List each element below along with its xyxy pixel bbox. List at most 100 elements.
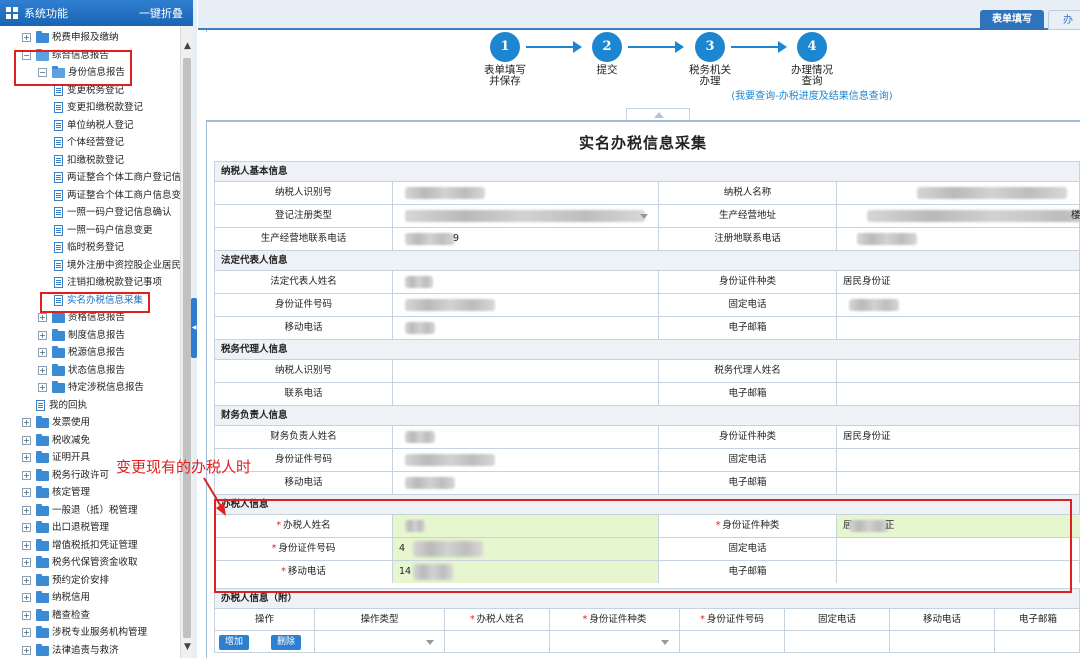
sidebar-item[interactable]: 个体经营登记 xyxy=(0,134,180,152)
email-input[interactable] xyxy=(995,631,1080,653)
sidebar-header: 系统功能 一键折叠 xyxy=(0,0,193,26)
chevron-down-icon[interactable] xyxy=(640,214,648,219)
column-header: 操作类型 xyxy=(315,609,445,630)
sidebar-item[interactable]: + 涉税专业服务机构管理 xyxy=(0,624,180,642)
sidebar-item[interactable]: 扣缴税款登记 xyxy=(0,152,180,170)
expand-toggle-icon[interactable]: + xyxy=(22,540,31,550)
sidebar-item[interactable]: + 税务代保管资金收取 xyxy=(0,554,180,572)
operation-type-select[interactable] xyxy=(315,631,445,653)
step-4-query-link[interactable]: (我要查询-办税进度及结果信息查询) xyxy=(712,91,912,102)
tab-form-fill[interactable]: 表单填写 xyxy=(980,10,1044,30)
collapse-all-button[interactable]: 一键折叠 xyxy=(139,5,183,21)
expand-toggle-icon[interactable]: + xyxy=(22,33,31,42)
sidebar-item[interactable]: + 税费申报及缴纳 xyxy=(0,29,180,47)
sidebar-item[interactable]: 两证整合个体工商户登记信 xyxy=(0,169,180,187)
tab-next[interactable]: 办 xyxy=(1048,10,1080,30)
step-3-label: 税务机关 办理 xyxy=(675,65,745,87)
id-type-select[interactable] xyxy=(550,631,680,653)
sidebar-item[interactable]: 临时税务登记 xyxy=(0,239,180,257)
sidebar-item[interactable]: + 税源信息报告 xyxy=(0,344,180,362)
expand-toggle-icon[interactable]: + xyxy=(22,435,31,445)
field-label: 纳税人识别号 xyxy=(215,182,393,204)
field-label: 固定电话 xyxy=(659,294,837,316)
redacted-value xyxy=(849,299,899,311)
expand-toggle-icon[interactable]: + xyxy=(22,610,31,620)
expand-toggle-icon[interactable]: + xyxy=(22,453,31,462)
field-value xyxy=(837,360,1080,382)
field-label: 身份证件种类 xyxy=(659,426,837,448)
sidebar-item-label: 一照一码户信息变更 xyxy=(67,224,153,236)
field-value xyxy=(393,360,659,382)
field-label-text: 电子邮箱 xyxy=(728,477,767,488)
required-marker: * xyxy=(582,614,588,625)
sidebar-item-label: 一般退（抵）税管理 xyxy=(52,504,138,516)
sidebar-item[interactable]: + 状态信息报告 xyxy=(0,362,180,380)
expand-toggle-icon[interactable]: + xyxy=(22,575,31,585)
sidebar-item[interactable]: 我的回执 xyxy=(0,397,180,415)
field-value: 楼 xyxy=(837,205,1080,227)
sidebar-item[interactable]: 注销扣缴税款登记事项 xyxy=(0,274,180,292)
expand-toggle-icon[interactable]: + xyxy=(22,558,31,567)
sidebar-item[interactable]: + 税收减免 xyxy=(0,432,180,450)
field-value xyxy=(837,182,1080,204)
expand-toggle-icon[interactable]: + xyxy=(38,365,47,375)
folder-icon xyxy=(52,363,65,376)
sidebar-item[interactable]: + 一般退（抵）税管理 xyxy=(0,502,180,520)
field-value xyxy=(393,472,659,494)
expand-toggle-icon[interactable]: + xyxy=(22,628,31,637)
redacted-value xyxy=(917,187,1067,199)
expand-toggle-icon[interactable]: + xyxy=(22,488,31,497)
expand-toggle-icon[interactable]: + xyxy=(22,593,31,602)
expand-toggle-icon[interactable]: + xyxy=(22,470,31,480)
id-number-input[interactable] xyxy=(680,631,785,653)
sidebar-item[interactable]: + 法律追责与救济 xyxy=(0,642,180,658)
form-row: 身份证件号码 固定电话 xyxy=(214,448,1080,471)
sidebar-item[interactable]: 境外注册中资控股企业居民 xyxy=(0,257,180,275)
expand-toggle-icon[interactable]: + xyxy=(38,313,47,322)
page-icon xyxy=(54,154,63,166)
sidebar-item-label: 一照一码户登记信息确认 xyxy=(67,207,172,218)
step-2-circle: 2 xyxy=(592,32,622,62)
sidebar-item[interactable]: + 纳税信用 xyxy=(0,589,180,607)
highlight-box-comprehensive-report xyxy=(14,50,132,86)
sidebar-item-label: 我的回执 xyxy=(49,399,88,411)
landline-input[interactable] xyxy=(785,631,890,653)
sidebar-item[interactable]: + 制度信息报告 xyxy=(0,327,180,345)
scroll-thumb[interactable] xyxy=(183,58,191,638)
sidebar-item-label: 两证整合个体工商户信息变 xyxy=(67,189,180,201)
collapse-sidebar-icon[interactable]: ◀ xyxy=(191,298,197,358)
redacted-value xyxy=(405,210,645,222)
field-label-text: 法定代表人姓名 xyxy=(270,276,337,287)
redacted-value xyxy=(405,322,435,334)
expand-toggle-icon[interactable]: + xyxy=(22,418,31,427)
sidebar-item[interactable]: + 出口退税管理 xyxy=(0,519,180,537)
sidebar-item[interactable]: + 稽查检查 xyxy=(0,607,180,625)
value-tail: 9 xyxy=(453,233,460,244)
folder-icon xyxy=(36,608,49,621)
sidebar-item[interactable]: + 核定管理 xyxy=(0,484,180,502)
folder-icon xyxy=(36,538,49,551)
sidebar-item[interactable]: + 发票使用 xyxy=(0,414,180,432)
sidebar-item[interactable]: + 预约定价安排 xyxy=(0,572,180,590)
sidebar-item[interactable]: + 特定涉税信息报告 xyxy=(0,379,180,397)
handler-name-input[interactable] xyxy=(445,631,550,653)
folder-icon xyxy=(36,573,49,586)
add-button[interactable]: 增加 xyxy=(219,635,250,650)
field-label-text: 固定电话 xyxy=(728,454,767,465)
expand-toggle-icon[interactable]: + xyxy=(38,330,47,340)
expand-toggle-icon[interactable]: + xyxy=(22,505,31,515)
expand-toggle-icon[interactable]: + xyxy=(22,645,31,655)
sidebar-item[interactable]: + 增值税抵扣凭证管理 xyxy=(0,537,180,555)
sidebar-item-label: 预约定价安排 xyxy=(52,574,110,586)
sidebar-item[interactable]: 单位纳税人登记 xyxy=(0,117,180,135)
sidebar-item[interactable]: 两证整合个体工商户信息变 xyxy=(0,187,180,205)
sidebar-item[interactable]: 一照一码户登记信息确认 xyxy=(0,204,180,222)
delete-button[interactable]: 删除 xyxy=(271,635,302,650)
expand-toggle-icon[interactable]: + xyxy=(22,523,31,532)
form-row: 移动电话 电子邮箱 xyxy=(214,471,1080,494)
expand-toggle-icon[interactable]: + xyxy=(38,383,47,392)
mobile-input[interactable] xyxy=(890,631,995,653)
sidebar-item[interactable]: 一照一码户信息变更 xyxy=(0,222,180,240)
sidebar-item[interactable]: 变更扣缴税款登记 xyxy=(0,99,180,117)
expand-toggle-icon[interactable]: + xyxy=(38,348,47,357)
